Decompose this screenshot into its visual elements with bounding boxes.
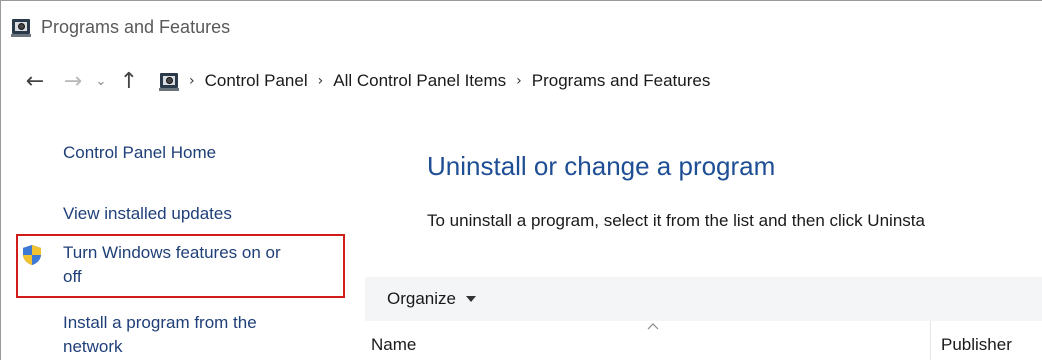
name-column-header[interactable]: Name — [365, 321, 931, 360]
main-pane: Uninstall or change a program To uninsta… — [361, 101, 1042, 360]
publisher-column-header[interactable]: Publisher — [941, 335, 1012, 355]
column-headers: Name Publisher — [365, 321, 1042, 360]
window-title: Programs and Features — [41, 16, 231, 37]
organize-button[interactable]: Organize — [387, 289, 476, 309]
features-link-line2: off — [63, 267, 82, 286]
control-panel-icon[interactable] — [159, 71, 179, 91]
command-toolbar: Organize — [365, 277, 1042, 321]
control-panel-home-link[interactable]: Control Panel Home — [63, 141, 216, 165]
address-bar: ← → ⌄ ↑ › Control Panel › All Control Pa… — [1, 61, 1042, 101]
install-from-network-link[interactable]: Install a program from the network — [63, 311, 348, 359]
name-column-label: Name — [371, 335, 417, 354]
forward-arrow-icon[interactable]: → — [57, 69, 89, 94]
turn-windows-features-link[interactable]: Turn Windows features on or off — [63, 241, 348, 289]
breadcrumb-control-panel[interactable]: Control Panel — [205, 71, 308, 91]
sort-ascending-icon — [647, 323, 659, 330]
up-arrow-icon[interactable]: ↑ — [113, 69, 145, 94]
chevron-down-icon[interactable]: ⌄ — [91, 74, 111, 89]
title-bar: Programs and Features — [1, 1, 1042, 53]
caret-down-icon — [465, 296, 476, 302]
features-link-line1: Turn Windows features on or — [63, 243, 281, 262]
breadcrumb-programs-and-features[interactable]: Programs and Features — [532, 71, 711, 91]
organize-label: Organize — [387, 289, 456, 308]
install-link-line2: network — [63, 337, 123, 356]
task-pane: Control Panel Home View installed update… — [1, 101, 351, 360]
chevron-right-icon[interactable]: › — [318, 73, 324, 89]
chevron-right-icon[interactable]: › — [516, 73, 522, 89]
uac-shield-icon — [23, 245, 41, 265]
chevron-right-icon[interactable]: › — [189, 73, 195, 89]
control-panel-icon — [11, 17, 31, 37]
page-title: Uninstall or change a program — [427, 151, 776, 181]
back-arrow-icon[interactable]: ← — [19, 69, 51, 94]
breadcrumb-all-control-panel-items[interactable]: All Control Panel Items — [333, 71, 506, 91]
page-description: To uninstall a program, select it from t… — [427, 211, 925, 230]
install-link-line1: Install a program from the — [63, 313, 257, 332]
programs-and-features-window: Programs and Features ← → ⌄ ↑ › Control … — [0, 0, 1042, 360]
view-installed-updates-link[interactable]: View installed updates — [63, 202, 232, 226]
